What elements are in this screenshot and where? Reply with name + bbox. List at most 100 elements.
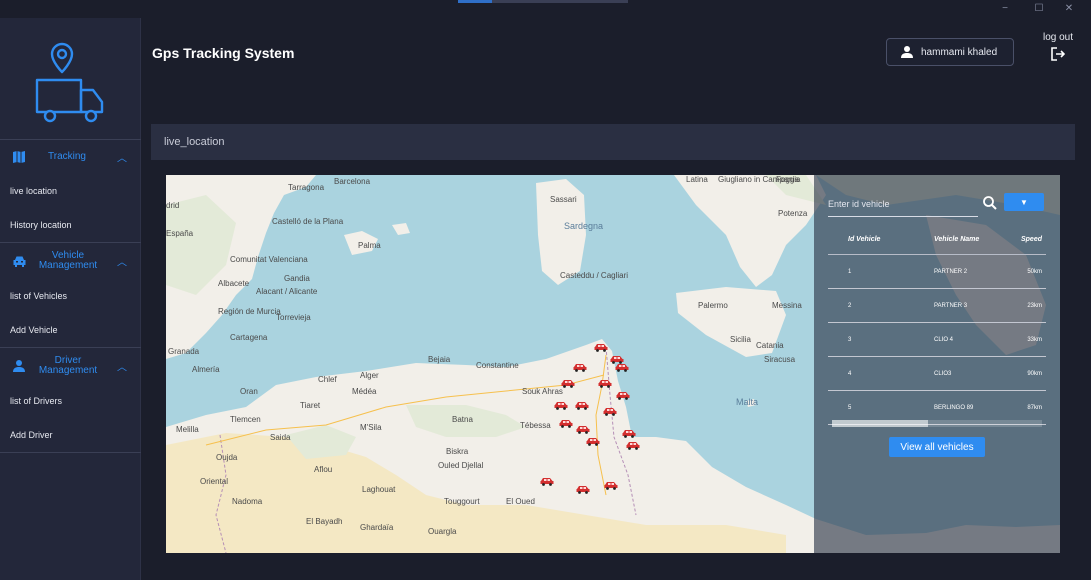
logout-label: log out [1042,32,1074,43]
vehicle-management-group-header[interactable]: Vehicle Management ︿ [0,243,141,279]
scrollbar-thumb[interactable] [832,420,928,427]
table-row[interactable]: 4 CLIO3 90km [828,357,1046,391]
map-label: Aflou [314,465,333,474]
vehicle-marker-icon[interactable] [622,429,636,438]
sidebar-item-add-driver[interactable]: Add Driver [0,418,141,452]
chevron-up-icon: ︿ [117,362,127,374]
car-icon [12,254,26,268]
tracking-group-header[interactable]: Tracking ︿ [0,140,141,174]
person-icon [12,359,26,373]
logout-icon [1051,47,1065,61]
map-label: Constantine [476,361,519,370]
map-label: Ouled Djellal [438,461,484,470]
map-label: M'Sila [360,423,382,432]
vehicle-marker-icon[interactable] [604,481,618,490]
map-label: Oujda [216,453,238,462]
cell-name: BERLINGO 89 [934,404,974,411]
person-icon [901,46,913,58]
vehicle-marker-icon[interactable] [573,363,587,372]
map-label: Castelló de la Plana [272,217,344,226]
sidebar-group-tracking: Tracking ︿ live location History locatio… [0,139,141,242]
map-label: Tébessa [520,421,551,430]
sidebar-menu-end-divider [0,452,141,453]
table-row[interactable]: 1 PARTNER 2 50km [828,255,1046,289]
map-label: Touggourt [444,497,480,506]
vehicle-marker-icon[interactable] [540,477,554,486]
map-label: drid [166,201,180,210]
map-label: Batna [452,415,473,424]
sidebar-item-history-location[interactable]: History location [0,208,141,242]
map-label: Souk Ahras [522,387,563,396]
caret-down-icon: ▼ [1020,197,1028,207]
map-label: Tiaret [300,401,321,410]
vehicle-marker-icon[interactable] [615,363,629,372]
logout-button[interactable]: log out [1038,32,1078,61]
user-profile-button[interactable]: hammami khaled [886,38,1014,66]
table-row[interactable]: 2 PARTNER 3 23km [828,289,1046,323]
map-icon [12,150,26,164]
map-label: Almería [192,365,220,374]
column-header-speed[interactable]: Speed [998,236,1046,243]
map-label: Bejaia [428,355,451,364]
view-all-vehicles-button[interactable]: View all vehicles [889,437,985,457]
search-icon[interactable] [982,195,998,211]
vehicle-marker-icon[interactable] [594,343,608,352]
cell-name: CLIO3 [934,370,952,377]
cell-id: 1 [848,268,852,275]
cell-name: PARTNER 2 [934,268,968,275]
vehicle-marker-icon[interactable] [576,485,590,494]
minimize-button[interactable]: − [994,2,1016,16]
maximize-button[interactable]: ☐ [1028,2,1050,16]
map-label: Laghouat [362,485,396,494]
map-label: Messina [772,301,802,310]
sidebar-item-add-vehicle[interactable]: Add Vehicle [0,313,141,347]
vehicle-marker-icon[interactable] [610,355,624,364]
driver-management-group-header[interactable]: Driver Management ︿ [0,348,141,384]
map-label: Foggia [776,175,801,184]
sidebar-item-list-of-drivers[interactable]: list of Drivers [0,384,141,418]
map-label: Chlef [318,375,337,384]
user-name: hammami khaled [921,46,998,58]
sidebar-group-driver-management: Driver Management ︿ list of Drivers Add … [0,347,141,452]
vehicle-marker-icon[interactable] [603,407,617,416]
vehicle-marker-icon[interactable] [559,419,573,428]
vehicle-marker-icon[interactable] [576,425,590,434]
vehicle-marker-icon[interactable] [598,379,612,388]
map-label: Saida [270,433,291,442]
vehicle-marker-icon[interactable] [616,391,630,400]
map-label: Médéa [352,387,377,396]
vehicle-marker-icon[interactable] [586,437,600,446]
vehicle-marker-icon[interactable] [575,401,589,410]
column-header-id[interactable]: Id Vehicle [828,236,888,243]
map-label: Casteddu / Cagliari [560,271,629,280]
map-label: Potenza [778,209,808,218]
map-label: España [166,229,194,238]
sidebar-menu: Tracking ︿ live location History locatio… [0,139,141,453]
cell-id: 4 [848,370,852,377]
vehicle-marker-icon[interactable] [554,401,568,410]
table-row[interactable]: 3 CLIO 4 33km [828,323,1046,357]
filter-dropdown-button[interactable]: ▼ [1004,193,1044,211]
sidebar-item-live-location[interactable]: live location [0,174,141,208]
sidebar-item-list-of-vehicles[interactable]: list of Vehicles [0,279,141,313]
cell-speed: 23km [1027,302,1042,309]
map-label: Ghardaïa [360,523,394,532]
sidebar-group-vehicle-management: Vehicle Management ︿ list of Vehicles Ad… [0,242,141,347]
vehicle-marker-icon[interactable] [626,441,640,450]
panel-header: live_location [151,124,1075,160]
table-horizontal-scrollbar[interactable] [832,420,1042,427]
vehicle-search-input[interactable] [828,193,958,215]
title-bar: − ☐ ✕ [0,0,1091,18]
map-label: Tlemcen [230,415,261,424]
map-label: Torrevieja [276,313,311,322]
driver-management-group-label: Driver Management [38,355,98,376]
vehicle-search-box [828,193,978,217]
map-label: Región de Murcia [218,307,281,316]
map-label: Granada [168,347,200,356]
vehicle-marker-icon[interactable] [561,379,575,388]
column-header-name[interactable]: Vehicle Name [888,236,998,243]
map-label: Oran [240,387,258,396]
tracking-group-label: Tracking [48,151,86,162]
close-button[interactable]: ✕ [1058,2,1080,16]
vehicle-panel: ▼ Id Vehicle Vehicle Name Speed 1 PARTNE… [814,175,1060,553]
